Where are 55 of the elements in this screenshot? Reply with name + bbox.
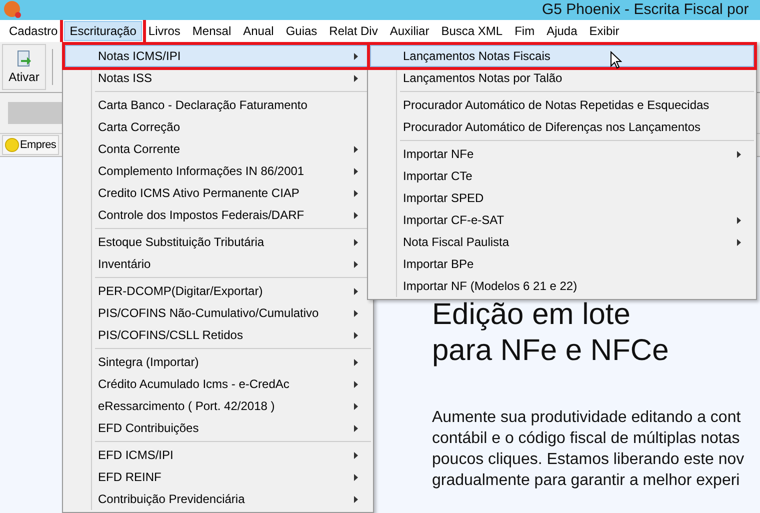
company-tab[interactable]: Empres <box>2 135 60 155</box>
menu-item[interactable]: PIS/COFINS Não-Cumulativo/Cumulativo <box>65 302 371 324</box>
menu-item[interactable]: Carta Correção <box>65 116 371 138</box>
menu-item[interactable]: EFD Contribuições <box>65 417 371 439</box>
menu-bar-item[interactable]: Cadastro <box>3 21 64 41</box>
menu-item[interactable]: Contribuição Previdenciária <box>65 488 371 510</box>
menu-item[interactable]: EFD REINF <box>65 466 371 488</box>
menu-item[interactable]: Nota Fiscal Paulista <box>370 231 754 253</box>
menu-item[interactable]: Importar CF-e-SAT <box>370 209 754 231</box>
menu-item[interactable]: Crédito Acumulado Icms - e-CredAc <box>65 373 371 395</box>
menu-item[interactable]: Complemento Informações IN 86/2001 <box>65 160 371 182</box>
menu-bar-item[interactable]: Relat Div <box>323 21 384 41</box>
menu-bar-item[interactable]: Livros <box>142 21 186 41</box>
menu-bar-item[interactable]: Busca XML <box>435 21 509 41</box>
menu-bar-item[interactable]: Exibir <box>583 21 626 41</box>
headline: para NFe e NFCe <box>432 333 670 369</box>
menu-item[interactable]: eRessarcimento ( Port. 42/2018 ) <box>65 395 371 417</box>
menu-item[interactable]: Importar NF (Modelos 6 21 e 22) <box>370 275 754 297</box>
menu-item[interactable]: Importar BPe <box>370 253 754 275</box>
body-text: contábil e o código fiscal de múltiplas notas <box>432 429 741 449</box>
window-title: G5 Phoenix - Escrita Fiscal por <box>542 1 749 18</box>
coin-icon <box>5 138 19 152</box>
menu-item[interactable]: EFD ICMS/IPI <box>65 444 371 466</box>
menu-item[interactable]: Carta Banco - Declaração Faturamento <box>65 94 371 116</box>
menu-item[interactable]: Controle dos Impostos Federais/DARF <box>65 204 371 226</box>
menu-item[interactable]: Lançamentos Notas por Talão <box>370 67 754 89</box>
menu-bar-item[interactable]: Anual <box>237 21 280 41</box>
body-text: Aumente sua produtividade editando a cont <box>432 408 742 428</box>
menu-item[interactable]: Estoque Substituição Tributária <box>65 231 371 253</box>
menu-item[interactable]: Notas ISS <box>65 67 371 89</box>
activate-button[interactable]: Ativar <box>2 44 46 90</box>
app-logo-icon <box>4 1 22 19</box>
menu-item[interactable]: Credito ICMS Ativo Permanente CIAP <box>65 182 371 204</box>
menu-bar-item[interactable]: Mensal <box>186 21 238 41</box>
menu-item[interactable]: PIS/COFINS/CSLL Retidos <box>65 324 371 346</box>
menu-item[interactable]: Sintegra (Importar) <box>65 351 371 373</box>
mouse-cursor-icon <box>610 51 622 69</box>
menu-bar-item[interactable]: Fim <box>508 21 541 41</box>
menu-item[interactable]: Importar CTe <box>370 165 754 187</box>
menu-item[interactable]: Lançamentos Notas Fiscais <box>370 45 754 67</box>
status-strip <box>8 102 64 124</box>
menu-item[interactable]: Importar NFe <box>370 143 754 165</box>
document-arrow-icon <box>15 50 33 68</box>
menu-bar-item[interactable]: Guias <box>280 21 324 41</box>
menu-item[interactable]: PER-DCOMP(Digitar/Exportar) <box>65 280 371 302</box>
menu-item[interactable]: Conta Corrente <box>65 138 371 160</box>
menu-item[interactable]: Importar SPED <box>370 187 754 209</box>
headline: Edição em lote <box>432 297 632 333</box>
menu-bar-item[interactable]: Ajuda <box>540 21 584 41</box>
menu-item[interactable]: Procurador Automático de Notas Repetidas e Esquecidas <box>370 94 754 116</box>
body-text: gradualmente para garantir a melhor experi <box>432 471 741 491</box>
body-text: poucos cliques. Estamos liberando este nov <box>432 450 746 470</box>
menu-bar-item[interactable]: Auxiliar <box>384 21 436 41</box>
menu-item[interactable]: Procurador Automático de Diferenças nos Lançamentos <box>370 116 754 138</box>
menu-item[interactable]: Inventário <box>65 253 371 275</box>
